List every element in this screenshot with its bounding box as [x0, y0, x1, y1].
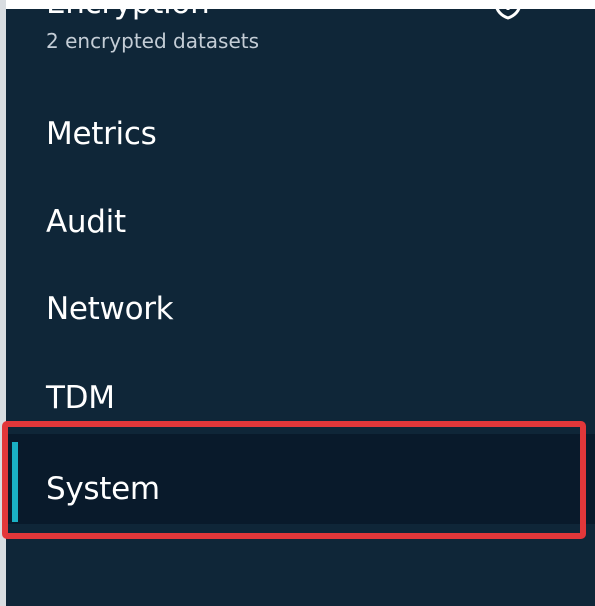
sidebar-item-label: TDM	[46, 380, 115, 416]
sidebar-item-label: Metrics	[46, 116, 157, 152]
sidebar-item-label: System	[46, 471, 160, 507]
sidebar-item-encryption[interactable]: Encryption 2 encrypted datasets	[6, 9, 595, 85]
page: Encryption 2 encrypted datasets Metrics …	[0, 0, 595, 606]
sidebar-item-metrics[interactable]: Metrics	[6, 89, 595, 179]
selected-indicator	[12, 442, 18, 522]
sidebar-item-label: Encryption	[46, 9, 210, 21]
sidebar-item-label: Network	[46, 291, 174, 327]
sidebar-item-label: Audit	[46, 204, 126, 240]
sidebar-nav: Encryption 2 encrypted datasets Metrics …	[6, 9, 595, 606]
sidebar-item-sublabel: 2 encrypted datasets	[46, 29, 260, 53]
sidebar-item-audit[interactable]: Audit	[6, 179, 595, 269]
sidebar-item-system[interactable]: System	[6, 434, 595, 524]
sidebar-item-network[interactable]: Network	[6, 269, 595, 359]
shield-icon	[492, 9, 524, 20]
